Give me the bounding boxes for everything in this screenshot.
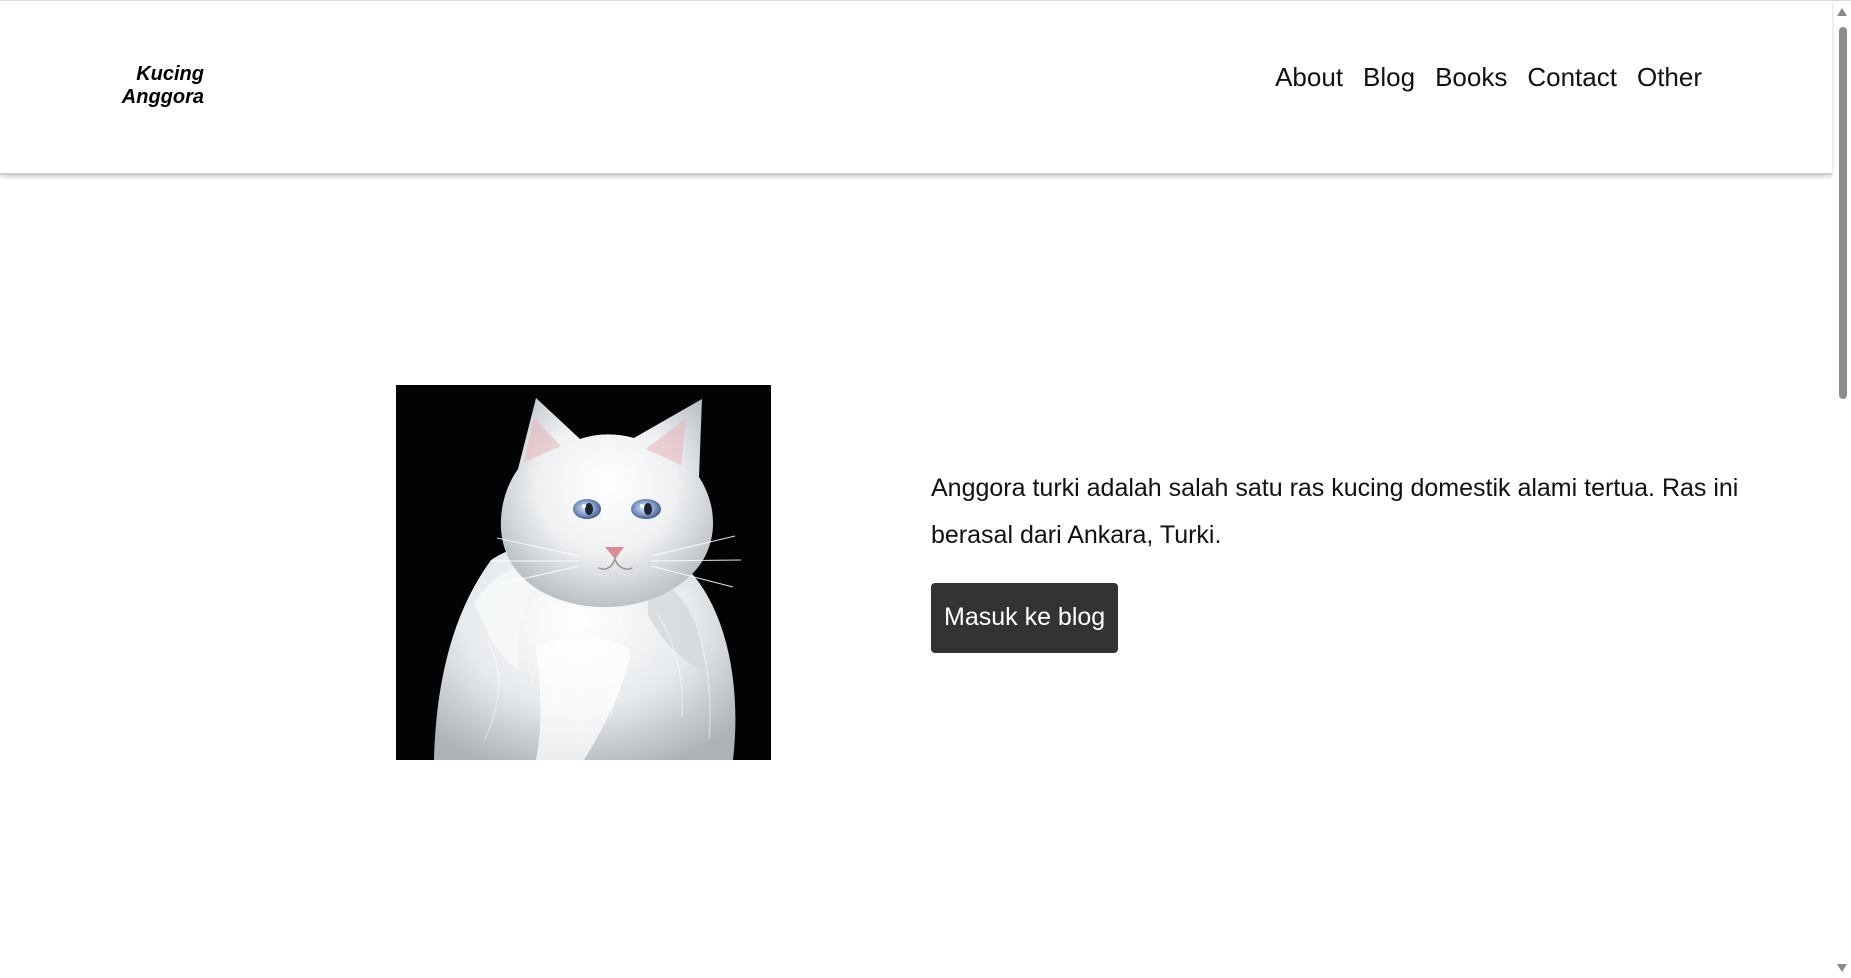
scrollbar-thumb[interactable] — [1839, 27, 1847, 399]
nav-link-contact[interactable]: Contact — [1527, 62, 1617, 92]
scroll-up-arrow-icon[interactable] — [1837, 8, 1847, 16]
nav-link-about[interactable]: About — [1275, 62, 1343, 92]
nav-link-blog[interactable]: Blog — [1363, 62, 1415, 92]
vertical-scrollbar[interactable] — [1834, 1, 1851, 978]
scroll-down-arrow-icon[interactable] — [1837, 964, 1847, 972]
white-angora-cat-image — [396, 385, 771, 760]
nav-link-other[interactable]: Other — [1637, 62, 1702, 92]
main-navigation: About Blog Books Contact Other — [1275, 62, 1702, 92]
hero-section: Anggora turki adalah salah satu ras kuci… — [0, 175, 1832, 978]
site-logo[interactable]: Kucing Anggora — [118, 63, 204, 109]
logo-line-1: Kucing — [136, 63, 204, 85]
hero-content: Anggora turki adalah salah satu ras kuci… — [931, 465, 1781, 653]
site-header: Kucing Anggora About Blog Books Contact … — [0, 1, 1832, 175]
nav-link-books[interactable]: Books — [1435, 62, 1507, 92]
page: Kucing Anggora About Blog Books Contact … — [0, 0, 1851, 978]
cat-photo-illustration — [396, 385, 771, 760]
hero-description: Anggora turki adalah salah satu ras kuci… — [931, 474, 1739, 549]
logo-line-2: Anggora — [121, 86, 204, 108]
enter-blog-button[interactable]: Masuk ke blog — [931, 583, 1119, 653]
